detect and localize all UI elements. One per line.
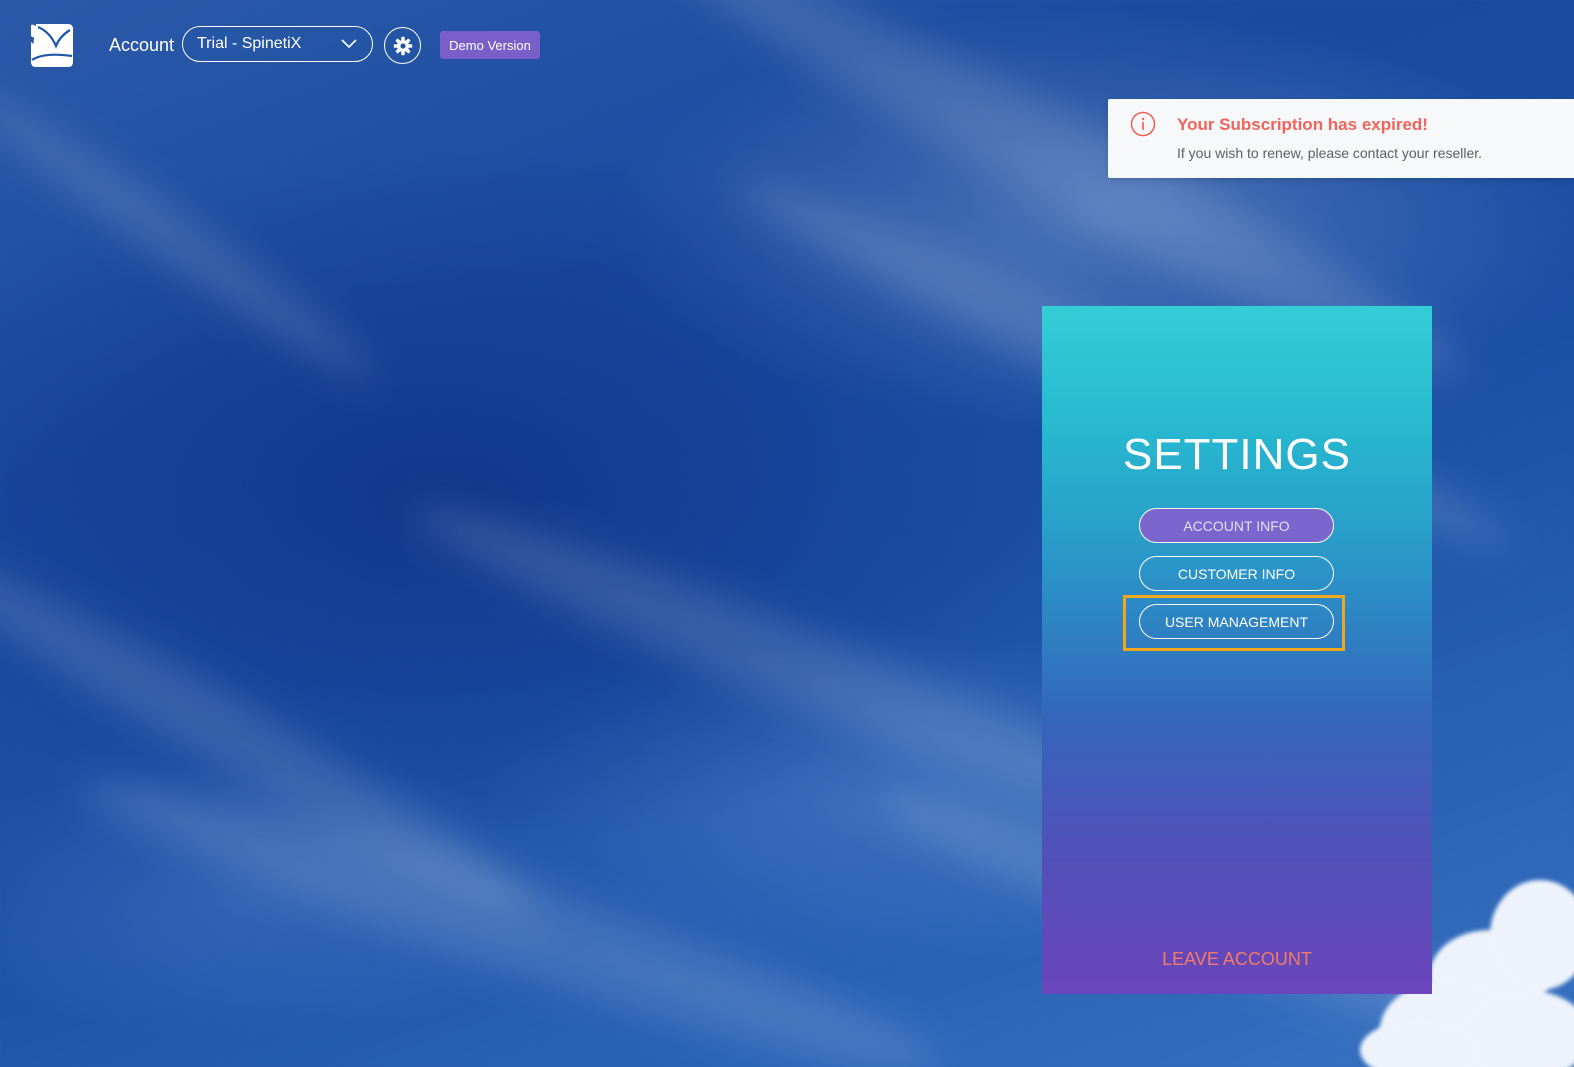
app-logo-icon[interactable] bbox=[30, 22, 74, 68]
sky-streak bbox=[0, 71, 390, 399]
gear-icon bbox=[393, 36, 412, 55]
subscription-expired-notification: Your Subscription has expired! If you wi… bbox=[1108, 99, 1574, 178]
customer-info-button[interactable]: CUSTOMER INFO bbox=[1139, 556, 1334, 591]
account-select-value: Trial - SpinetiX bbox=[197, 35, 302, 52]
account-info-button[interactable]: ACCOUNT INFO bbox=[1139, 508, 1334, 543]
account-select[interactable]: Trial - SpinetiX bbox=[182, 26, 373, 62]
notification-message: If you wish to renew, please contact you… bbox=[1177, 145, 1483, 161]
settings-title: SETTINGS bbox=[1122, 430, 1352, 479]
info-icon bbox=[1130, 111, 1156, 137]
settings-panel: SETTINGS ACCOUNT INFO CUSTOMER INFO USER… bbox=[1042, 306, 1432, 994]
leave-account-button[interactable]: LEAVE ACCOUNT bbox=[1042, 949, 1432, 970]
settings-gear-button[interactable] bbox=[384, 27, 421, 64]
account-label: Account bbox=[109, 35, 175, 55]
demo-version-badge: Demo Version bbox=[440, 31, 540, 59]
user-management-button[interactable]: USER MANAGEMENT bbox=[1139, 604, 1334, 639]
chevron-down-icon bbox=[341, 39, 357, 49]
notification-title: Your Subscription has expired! bbox=[1177, 115, 1428, 134]
sky-streak bbox=[68, 743, 952, 1067]
